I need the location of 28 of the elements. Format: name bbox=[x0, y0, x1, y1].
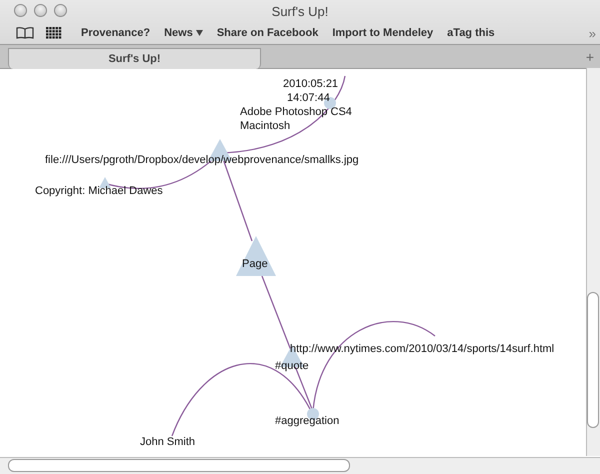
bookmark-link[interactable]: Import to Mendeley bbox=[325, 25, 440, 41]
zoom-button[interactable] bbox=[54, 4, 67, 17]
bookmark-link[interactable]: Share on Facebook bbox=[210, 25, 326, 41]
graph-node bbox=[99, 177, 111, 188]
book-icon[interactable] bbox=[16, 27, 34, 39]
node-label: #aggregation bbox=[275, 415, 340, 427]
close-button[interactable] bbox=[14, 4, 27, 17]
scroll-thumb[interactable] bbox=[587, 292, 599, 428]
scroll-thumb[interactable] bbox=[8, 459, 350, 472]
node-label: Copyright: Michael Dawes bbox=[35, 185, 163, 197]
bookmark-link[interactable]: aTag this bbox=[440, 25, 502, 41]
vertical-scrollbar[interactable] bbox=[586, 68, 600, 456]
node-label: file:///Users/pgroth/Dropbox/develop/webprovenance/smallks.jpg bbox=[45, 154, 359, 166]
node-label: #quote bbox=[275, 360, 309, 372]
bookmark-menu[interactable]: News bbox=[157, 25, 210, 41]
graph-node bbox=[236, 236, 276, 276]
node-label: 14:07:44 bbox=[287, 92, 330, 104]
node-label: Macintosh bbox=[240, 120, 290, 132]
bookmark-link[interactable]: Provenance? bbox=[74, 25, 158, 41]
node-label: John Smith bbox=[140, 436, 196, 448]
node-label: Page bbox=[242, 258, 268, 270]
caret-icon bbox=[196, 30, 203, 36]
window-title: Surf's Up! bbox=[272, 4, 328, 18]
horizontal-scrollbar[interactable] bbox=[0, 457, 600, 474]
minimize-button[interactable] bbox=[34, 4, 47, 17]
grid-icon[interactable] bbox=[46, 27, 62, 39]
node-label: 2010:05:21 bbox=[283, 78, 338, 90]
tab[interactable]: Surf's Up! bbox=[8, 48, 261, 69]
